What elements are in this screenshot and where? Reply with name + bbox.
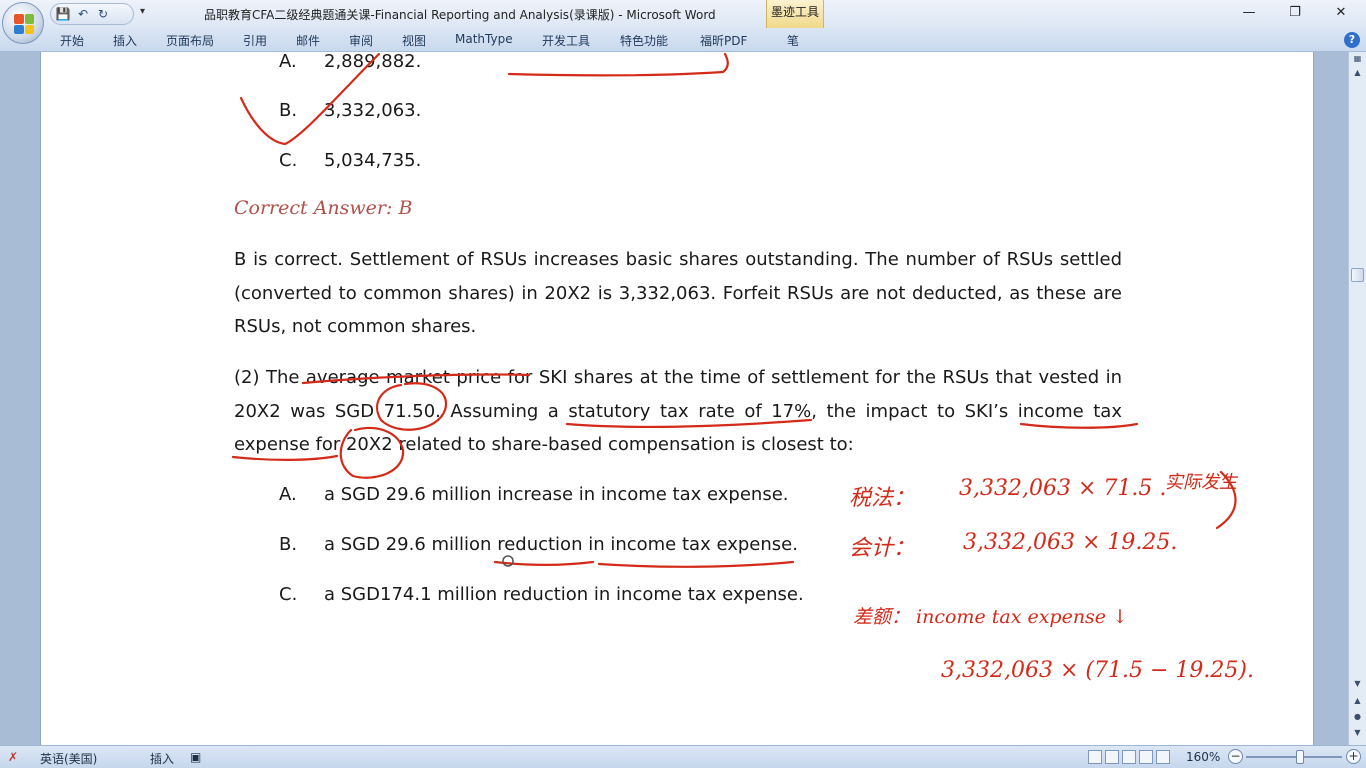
q2-option-a-text: a SGD 29.6 million increase in income ta… [324, 484, 789, 505]
insert-mode-indicator[interactable]: 插入 [150, 750, 174, 767]
print-layout-view-icon[interactable] [1088, 750, 1102, 764]
vertical-scroll-thumb[interactable] [1351, 268, 1364, 282]
handwritten-tax-formula: 3,332,063 × 71.5 . [959, 476, 1167, 501]
handwritten-difference-formula: 3,332,063 × (71.5 − 19.25). [941, 658, 1254, 683]
income-tax-expense-underline [597, 560, 795, 568]
tab-pens[interactable]: 笔 [787, 32, 799, 49]
close-button[interactable]: ✕ [1328, 4, 1354, 22]
q1-option-c-text: 5,034,735. [324, 150, 422, 171]
tab-mailings[interactable]: 邮件 [296, 32, 320, 49]
save-icon[interactable]: 💾 [55, 6, 71, 22]
handwritten-difference-label: 差额： income tax expense ↓ [853, 606, 1129, 628]
handwritten-accounting-label: 会计： [849, 536, 916, 561]
ink-tools-contextual-tab[interactable]: 墨迹工具 [766, 0, 824, 28]
tab-insert[interactable]: 插入 [113, 32, 137, 49]
q1-option-a-text: 2,889,882. [324, 52, 422, 72]
document-page[interactable]: A. 2,889,882. B. 3,332,063. C. 5,034,735… [40, 52, 1314, 745]
previous-page-icon[interactable]: ▲ [1351, 694, 1364, 708]
language-indicator[interactable]: 英语(美国) [40, 750, 97, 767]
next-page-icon[interactable]: ▼ [1351, 726, 1364, 740]
status-bar: ✗ 英语(美国) 插入 ▣ 160% − + [0, 745, 1366, 768]
tab-foxit-pdf[interactable]: 福昕PDF [700, 32, 747, 49]
tab-review[interactable]: 审阅 [349, 32, 373, 49]
select-browse-object-icon[interactable]: ● [1351, 710, 1364, 724]
question-2-stem: (2) The average market price for SKI sha… [234, 367, 1122, 455]
q1-option-b-letter: B. [279, 100, 298, 121]
explanation-paragraph: B is correct. Settlement of RSUs increas… [234, 249, 1122, 337]
web-layout-view-icon[interactable] [1122, 750, 1136, 764]
tab-developer[interactable]: 开发工具 [542, 32, 590, 49]
document-workspace: A. 2,889,882. B. 3,332,063. C. 5,034,735… [0, 52, 1348, 745]
spelling-check-icon[interactable]: ✗ [8, 750, 18, 764]
help-icon[interactable]: ? [1344, 32, 1360, 48]
draft-view-icon[interactable] [1156, 750, 1170, 764]
vertical-scrollbar[interactable]: ▦ ▲ ▼ ▲ ● ▼ [1348, 52, 1366, 745]
tab-home[interactable]: 开始 [60, 32, 84, 49]
quick-access-toolbar: 💾 ↶ ↻ [50, 3, 134, 25]
maximize-button[interactable]: ❐ [1282, 4, 1308, 22]
tab-mathtype[interactable]: MathType [455, 32, 513, 46]
q1-option-a-letter: A. [279, 52, 297, 72]
handwritten-tax-label: 税法： [849, 486, 916, 511]
q1-option-b-text: 3,332,063. [324, 100, 422, 121]
q2-option-b-text: a SGD 29.6 million reduction in income t… [324, 534, 798, 555]
outline-view-icon[interactable] [1139, 750, 1153, 764]
ribbon-tab-bar: 开始 插入 页面布局 引用 邮件 审阅 视图 MathType 开发工具 特色功… [0, 28, 1366, 52]
macro-record-icon[interactable]: ▣ [190, 750, 201, 764]
reduction-underline [493, 560, 595, 567]
tab-features[interactable]: 特色功能 [620, 32, 668, 49]
customize-qat-icon[interactable]: ▾ [140, 6, 145, 17]
ruler-toggle-icon[interactable]: ▦ [1351, 52, 1364, 66]
tab-view[interactable]: 视图 [402, 32, 426, 49]
correct-answer-heading: Correct Answer: B [234, 197, 413, 219]
office-logo-icon [14, 14, 34, 34]
zoom-level[interactable]: 160% [1186, 750, 1220, 764]
zoom-out-button[interactable]: − [1228, 749, 1243, 764]
redo-icon[interactable]: ↻ [95, 6, 111, 22]
minimize-button[interactable]: — [1236, 4, 1262, 22]
handwritten-tax-note: 实际发生 [1165, 472, 1237, 493]
handwritten-accounting-formula: 3,332,063 × 19.25. [963, 530, 1178, 555]
undo-icon[interactable]: ↶ [75, 6, 91, 22]
scroll-down-icon[interactable]: ▼ [1351, 677, 1364, 691]
zoom-slider-thumb[interactable] [1296, 750, 1304, 764]
title-bar: 💾 ↶ ↻ ▾ 品职教育CFA二级经典题通关课-Financial Report… [0, 0, 1366, 44]
scroll-up-icon[interactable]: ▲ [1351, 66, 1364, 80]
pen-cursor-icon [502, 555, 514, 567]
window-title: 品职教育CFA二级经典题通关课-Financial Reporting and … [204, 8, 716, 22]
zoom-slider-track[interactable] [1246, 756, 1342, 758]
q2-option-a-letter: A. [279, 484, 297, 505]
q1-option-c-letter: C. [279, 150, 298, 171]
tab-references[interactable]: 引用 [243, 32, 267, 49]
office-button[interactable] [2, 2, 44, 44]
top-underline-stroke [507, 52, 729, 77]
full-screen-reading-view-icon[interactable] [1105, 750, 1119, 764]
tab-page-layout[interactable]: 页面布局 [166, 32, 214, 49]
q2-option-c-letter: C. [279, 584, 298, 605]
q2-option-c-text: a SGD174.1 million reduction in income t… [324, 584, 804, 605]
q2-option-b-letter: B. [279, 534, 298, 555]
zoom-in-button[interactable]: + [1346, 749, 1361, 764]
